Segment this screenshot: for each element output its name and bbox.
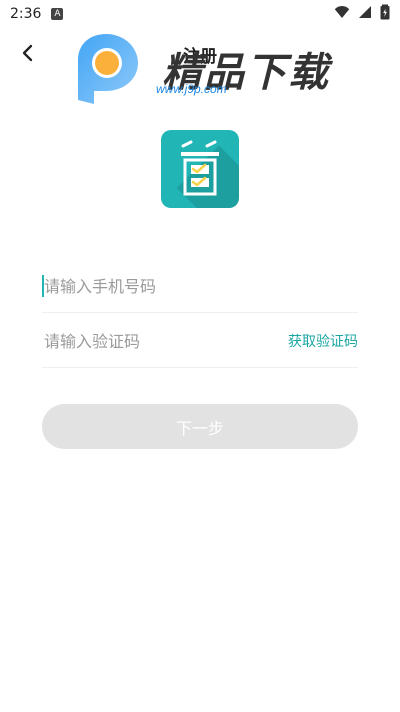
battery-icon xyxy=(380,4,390,24)
wifi-icon xyxy=(334,5,350,23)
get-code-button[interactable]: 获取验证码 xyxy=(276,331,358,351)
text-caret xyxy=(42,275,44,297)
status-left: 2:36 A xyxy=(10,6,64,22)
status-time: 2:36 xyxy=(10,6,42,22)
next-button[interactable]: 下一步 xyxy=(42,404,358,449)
app-logo-icon xyxy=(181,140,219,196)
status-right xyxy=(334,4,390,24)
app-logo xyxy=(161,130,239,208)
register-form: 获取验证码 xyxy=(42,260,358,368)
watermark-url: www.j9p.com xyxy=(156,82,227,96)
notification-badge: A xyxy=(51,8,64,20)
status-bar: 2:36 A xyxy=(0,0,400,28)
phone-input[interactable] xyxy=(42,275,358,297)
signal-icon xyxy=(358,5,372,23)
watermark: 精品下载 www.j9p.com xyxy=(70,30,330,110)
watermark-logo-icon xyxy=(78,34,138,104)
verification-code-input[interactable] xyxy=(42,330,276,352)
phone-row xyxy=(42,260,358,313)
code-row: 获取验证码 xyxy=(42,315,358,368)
